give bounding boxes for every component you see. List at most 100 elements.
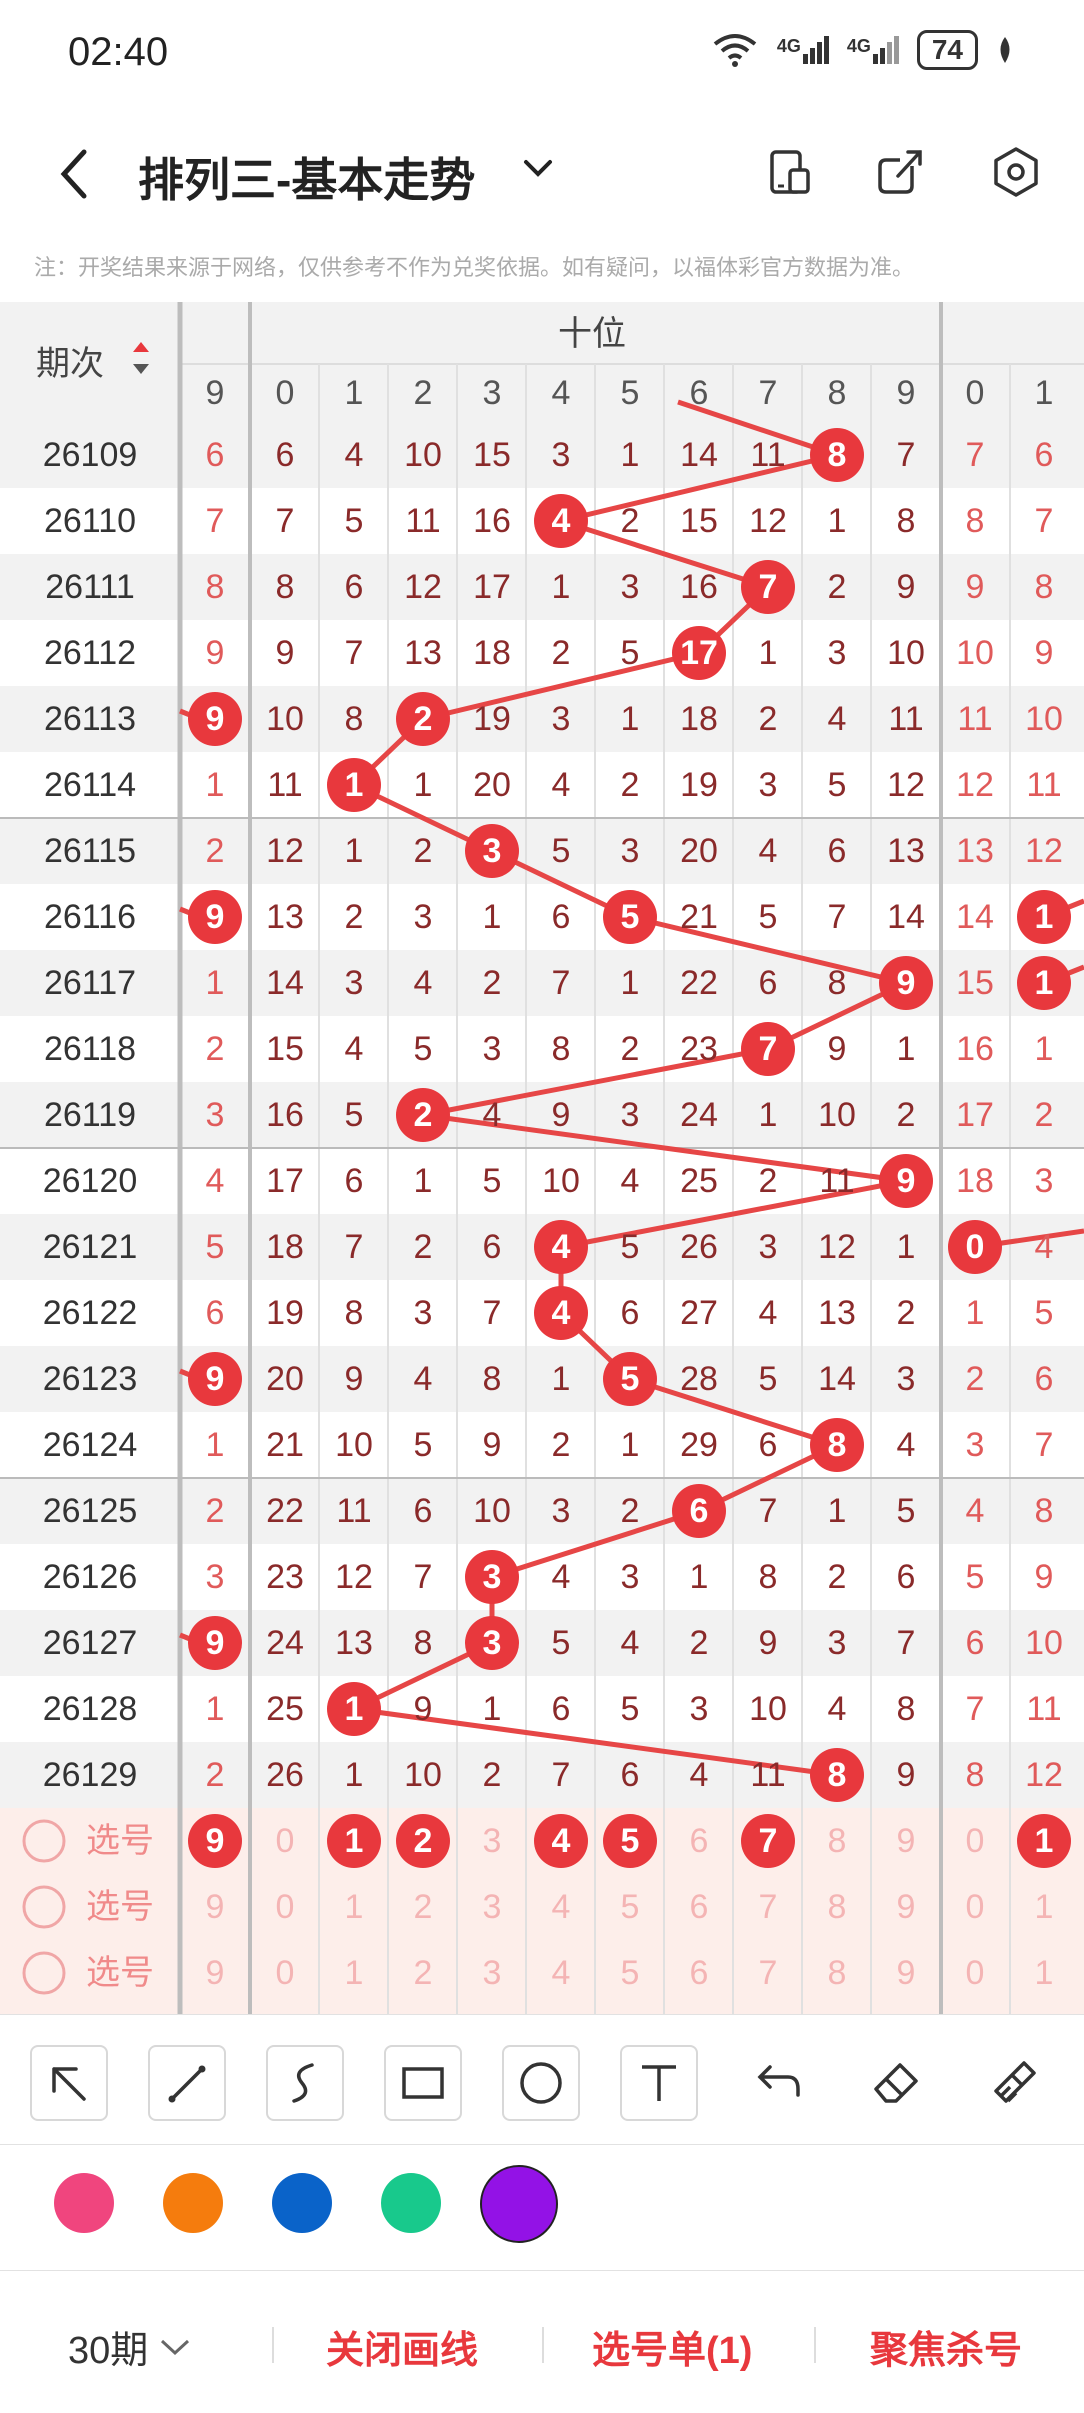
pick-number: 1 <box>345 1888 364 1926</box>
miss-count: 1 <box>621 964 640 1002</box>
pick-number: 9 <box>206 1954 225 1992</box>
circle-tool-button[interactable] <box>502 2045 580 2121</box>
hit-number: 4 <box>552 502 571 540</box>
miss-count: 5 <box>552 1624 571 1662</box>
undo-tool-button[interactable] <box>742 2045 820 2121</box>
column-header: 2 <box>414 374 433 412</box>
share-icon[interactable] <box>874 146 926 198</box>
device-icon[interactable] <box>764 146 816 198</box>
broom-icon <box>994 2061 1036 2103</box>
miss-count: 8 <box>345 700 364 738</box>
line-tool-button[interactable] <box>148 2045 226 2121</box>
miss-count: 2 <box>206 1756 225 1794</box>
hit-number: 2 <box>414 1096 433 1134</box>
miss-count: 1 <box>345 832 364 870</box>
leaf-icon <box>1000 37 1010 63</box>
miss-count: 26 <box>680 1228 718 1266</box>
rectangle-tool-button[interactable] <box>384 2045 462 2121</box>
miss-count: 2 <box>966 1360 985 1398</box>
miss-count: 10 <box>335 1426 373 1464</box>
miss-count: 9 <box>1035 634 1054 672</box>
period-selector[interactable]: 30期 <box>68 2319 192 2374</box>
period-cell: 26122 <box>43 1294 138 1332</box>
column-header: 9 <box>206 374 225 412</box>
miss-count: 4 <box>759 832 778 870</box>
miss-count: 2 <box>828 568 847 606</box>
miss-count: 29 <box>680 1426 718 1464</box>
pick-number: 4 <box>552 1822 571 1860</box>
eraser-tool-button[interactable] <box>860 2045 938 2121</box>
hit-number: 1 <box>1035 964 1054 1002</box>
miss-count: 1 <box>414 766 433 804</box>
miss-count: 1 <box>552 568 571 606</box>
arrow-tool-button[interactable] <box>30 2045 108 2121</box>
miss-count: 2 <box>621 766 640 804</box>
miss-count: 8 <box>206 568 225 606</box>
miss-count: 2 <box>621 1492 640 1530</box>
pick-number: 3 <box>483 1954 502 1992</box>
pick-number: 3 <box>483 1822 502 1860</box>
miss-count: 6 <box>552 1690 571 1728</box>
status-icons: 4G 4G 74 <box>711 30 1014 70</box>
chevron-down-icon[interactable] <box>520 150 556 186</box>
color-swatch-pink[interactable] <box>54 2173 114 2233</box>
miss-count: 7 <box>345 1228 364 1266</box>
table-row-bg <box>0 1544 1084 1610</box>
trend-chart-svg: 十位期次9 0 1 2 3 4 5 6 7 8 9 0 126109 6 6 4 10 15 3 1 14 11 8 7 7 62… <box>0 302 1084 2014</box>
miss-count: 7 <box>1035 1426 1054 1464</box>
miss-count: 7 <box>897 1624 916 1662</box>
miss-count: 17 <box>473 568 511 606</box>
pick-number: 4 <box>552 1888 571 1926</box>
back-icon[interactable] <box>50 144 100 204</box>
draw-toolbar <box>0 2014 1084 2145</box>
table-row-bg <box>0 1478 1084 1544</box>
period-cell: 26112 <box>44 634 136 672</box>
line-icon <box>168 2065 206 2103</box>
clear-tool-button[interactable] <box>978 2045 1056 2121</box>
miss-count: 11 <box>750 1756 785 1794</box>
miss-count: 3 <box>552 700 571 738</box>
miss-count: 11 <box>336 1492 371 1530</box>
app-header: 排列三-基本走势 <box>0 110 1084 235</box>
miss-count: 7 <box>552 1756 571 1794</box>
settings-icon[interactable] <box>990 146 1042 198</box>
miss-count: 13 <box>956 832 994 870</box>
miss-count: 15 <box>473 436 511 474</box>
miss-count: 1 <box>483 1690 502 1728</box>
pick-number: 0 <box>276 1822 295 1860</box>
color-swatch-orange[interactable] <box>163 2173 223 2233</box>
divider <box>542 2327 544 2363</box>
miss-count: 17 <box>956 1096 994 1134</box>
hit-number: 8 <box>828 1426 847 1464</box>
miss-count: 7 <box>552 964 571 1002</box>
miss-count: 18 <box>956 1162 994 1200</box>
miss-count: 12 <box>749 502 787 540</box>
pick-list-button[interactable]: 选号单(1) <box>592 2319 752 2374</box>
miss-count: 3 <box>621 1096 640 1134</box>
period-cell: 26127 <box>43 1624 138 1662</box>
miss-count: 2 <box>897 1294 916 1332</box>
hit-number: 9 <box>897 1162 916 1200</box>
color-swatch-green[interactable] <box>381 2173 441 2233</box>
miss-count: 5 <box>345 1096 364 1134</box>
miss-count: 4 <box>759 1294 778 1332</box>
hit-number: 1 <box>345 1690 364 1728</box>
miss-count: 10 <box>266 700 304 738</box>
miss-count: 10 <box>956 634 994 672</box>
pick-number: 8 <box>828 1888 847 1926</box>
miss-count: 23 <box>680 1030 718 1068</box>
pick-number: 1 <box>1035 1822 1054 1860</box>
miss-count: 19 <box>680 766 718 804</box>
close-draw-button[interactable]: 关闭画线 <box>326 2319 478 2374</box>
miss-count: 12 <box>956 766 994 804</box>
text-tool-button[interactable] <box>620 2045 698 2121</box>
column-header: 9 <box>897 374 916 412</box>
focus-kill-button[interactable]: 聚焦杀号 <box>870 2319 1022 2374</box>
miss-count: 1 <box>206 964 225 1002</box>
page-title[interactable]: 排列三-基本走势 <box>138 144 475 210</box>
miss-count: 16 <box>473 502 511 540</box>
curve-tool-button[interactable] <box>266 2045 344 2121</box>
color-swatch-purple-selected[interactable] <box>480 2165 558 2243</box>
color-swatch-blue[interactable] <box>272 2173 332 2233</box>
trend-chart-grid: 十位 期次 9 0 1 2 3 4 5 6 7 8 9 0 1 26109 6 6 4 10 15 3 1 14 11 8 7 7 6 2… <box>0 302 1084 2014</box>
